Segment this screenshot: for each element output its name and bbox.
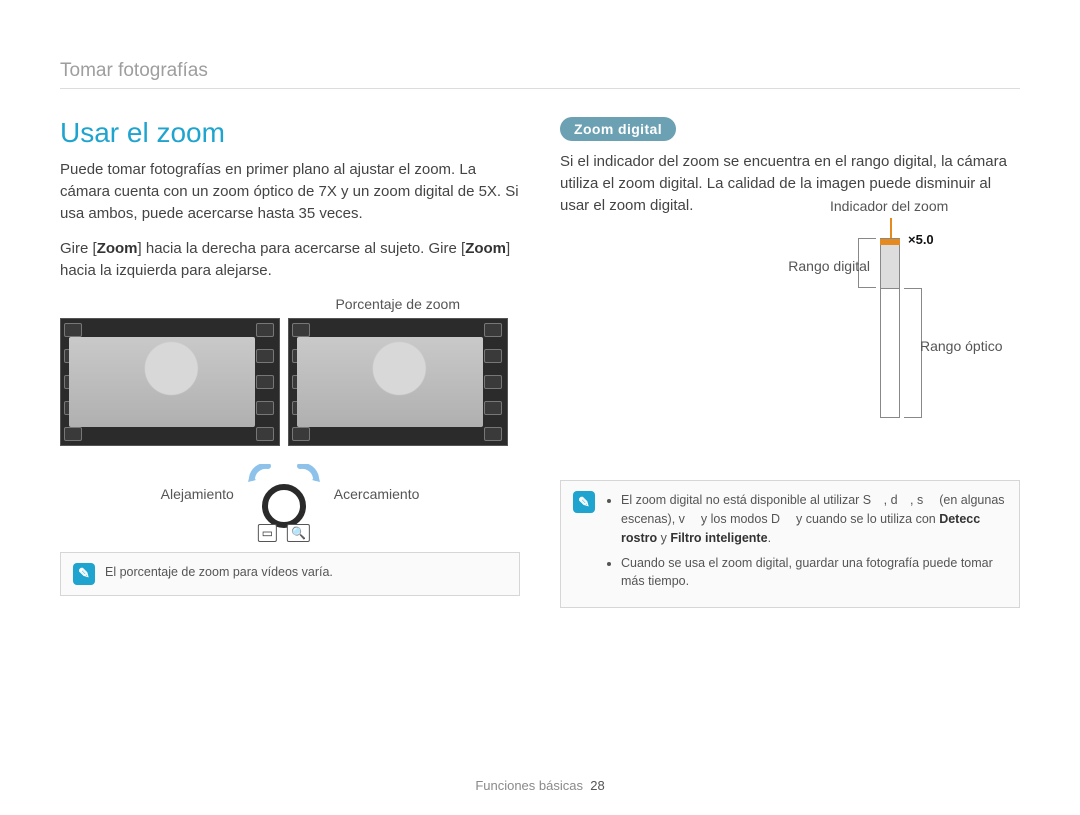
zoom-in-label: Acercamiento xyxy=(334,486,420,502)
zoom-multiplier-label: ×5.0 xyxy=(908,232,934,247)
zoom-out-label: Alejamiento xyxy=(161,486,234,502)
note-icon: ✎ xyxy=(73,563,95,585)
focus-box-icon xyxy=(379,365,419,395)
intro-paragraph-1: Puede tomar fotografías en primer plano … xyxy=(60,159,520,224)
screenshot-zoom-out xyxy=(60,318,280,446)
subsection-pill: Zoom digital xyxy=(560,117,676,141)
zoom-range-bar xyxy=(880,238,900,418)
dial-ring-icon xyxy=(262,484,306,528)
tele-icon: 🔍 xyxy=(287,524,310,542)
zoom-bar-highlight xyxy=(473,341,481,421)
indicator-label: Indicador del zoom xyxy=(830,198,948,214)
note-icon: ✎ xyxy=(573,491,595,513)
example-screenshots xyxy=(60,318,520,446)
arrow-right-icon xyxy=(294,464,320,486)
zoom-marker-icon xyxy=(880,239,900,245)
page-footer: Funciones básicas 28 xyxy=(0,778,1080,793)
note-box-right: ✎ El zoom digital no está disponible al … xyxy=(560,480,1020,608)
footer-section-label: Funciones básicas xyxy=(475,778,583,793)
zoom-percentage-label: Porcentaje de zoom xyxy=(60,296,520,312)
screenshot-zoom-in xyxy=(288,318,508,446)
note-list: El zoom digital no está disponible al ut… xyxy=(605,491,1007,597)
right-column: Zoom digital Si el indicador del zoom se… xyxy=(560,117,1020,608)
optical-range-label: Rango óptico xyxy=(920,338,1003,354)
zoom-indicator-diagram: Indicador del zoom ×5.0 Rango digital Ra… xyxy=(740,230,1020,440)
note-text: El porcentaje de zoom para vídeos varía. xyxy=(105,563,333,585)
note-item-2: Cuando se usa el zoom digital, guardar u… xyxy=(621,554,1007,592)
section-heading: Usar el zoom xyxy=(60,117,520,149)
note-item-1: El zoom digital no está disponible al ut… xyxy=(621,491,1007,547)
breadcrumb: Tomar fotografías xyxy=(60,60,1020,89)
focus-box-icon xyxy=(129,367,169,397)
page-number: 28 xyxy=(590,778,604,793)
digital-zoom-paragraph: Si el indicador del zoom se encuentra en… xyxy=(560,151,1020,216)
digital-range-label: Rango digital xyxy=(770,258,870,274)
arrow-left-icon xyxy=(248,464,274,486)
left-column: Usar el zoom Puede tomar fotografías en … xyxy=(60,117,520,608)
note-box-left: ✎ El porcentaje de zoom para vídeos varí… xyxy=(60,552,520,596)
zoom-dial-illustration: ▭🔍 xyxy=(248,464,320,524)
wide-icon: ▭ xyxy=(258,524,277,542)
intro-paragraph-2: Gire [Zoom] hacia la derecha para acerca… xyxy=(60,238,520,282)
